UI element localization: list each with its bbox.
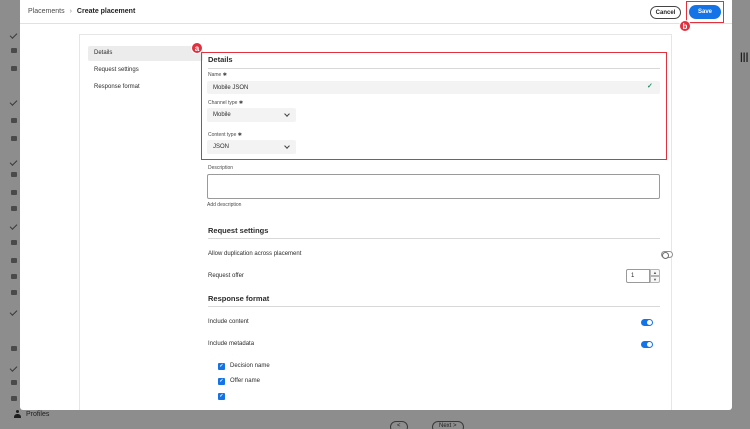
chevron-icon [9, 308, 18, 316]
nav-icon [11, 380, 17, 385]
section-divider [208, 306, 660, 307]
breadcrumb-placements-link[interactable]: Placements [28, 8, 65, 15]
chevron-icon [9, 31, 18, 39]
description-textarea[interactable] [207, 174, 660, 199]
side-nav-item-request-settings[interactable]: Request settings [88, 63, 203, 78]
chevron-icon [9, 158, 18, 166]
chevron-icon [9, 364, 18, 372]
request-offer-input[interactable]: 1 [626, 269, 650, 283]
profile-icon [14, 410, 21, 418]
checkmark-icon: ✓ [647, 83, 653, 90]
side-nav: Details Request settings Response format [88, 46, 203, 97]
nav-icon [11, 258, 17, 263]
content-type-select[interactable]: JSON [207, 140, 296, 154]
callout-a: a [191, 42, 203, 54]
nav-icon [11, 48, 17, 53]
include-content-toggle[interactable] [641, 319, 653, 326]
nav-icon [11, 396, 17, 401]
column-settings-icon[interactable]: ||| [740, 52, 748, 63]
nav-icon [11, 136, 17, 141]
chevron-icon [9, 98, 18, 106]
nav-icon [11, 118, 17, 123]
metadata-option-checkbox[interactable]: ✓ [218, 393, 225, 400]
decision-name-checkbox[interactable]: ✓ [218, 363, 225, 370]
allow-duplication-label: Allow duplication across placement [208, 251, 302, 257]
nav-icon [11, 172, 17, 177]
details-section-title: Details [208, 55, 233, 64]
name-input[interactable]: Mobile JSON [207, 81, 660, 94]
allow-duplication-toggle[interactable] [661, 251, 673, 259]
page-title: Create placement [76, 8, 136, 15]
chevron-right-icon: › [69, 8, 72, 15]
side-nav-item-details[interactable]: Details [88, 46, 203, 61]
content-type-value: JSON [213, 144, 230, 150]
sidebar-item-label: Profiles [26, 410, 50, 418]
nav-icon [11, 66, 17, 71]
content-type-label: Content type ✱ [208, 132, 242, 138]
sidebar-item-profiles[interactable]: Profiles [14, 410, 49, 418]
channel-type-label: Channel type ✱ [208, 100, 244, 106]
dialog-header: Placements › Create placement Cancel Sav… [20, 0, 732, 32]
nav-icon [11, 240, 17, 245]
chevron-down-icon [284, 111, 290, 117]
channel-type-value: Mobile [213, 112, 231, 118]
breadcrumb: Placements › Create placement [28, 8, 135, 15]
pager-next-button[interactable]: Next > [432, 421, 464, 429]
stepper-increment-button[interactable]: ▲ [650, 269, 660, 276]
chevron-down-icon [284, 143, 290, 149]
add-description-hint: Add description [207, 202, 242, 208]
stepper-decrement-button[interactable]: ▼ [650, 276, 660, 283]
save-button[interactable]: Save [689, 5, 721, 19]
include-metadata-toggle[interactable] [641, 341, 653, 348]
nav-icon [11, 274, 17, 279]
channel-type-select[interactable]: Mobile [207, 108, 296, 122]
nav-icon [11, 190, 17, 195]
section-divider [208, 238, 660, 239]
offer-name-label: Offer name [230, 378, 260, 384]
chevron-icon [9, 222, 18, 230]
section-divider [208, 68, 660, 69]
request-settings-section-title: Request settings [208, 226, 269, 235]
name-label: Name ✱ [208, 72, 227, 78]
include-content-label: Include content [208, 319, 249, 325]
callout-b: b [679, 20, 691, 32]
required-icon: ✱ [238, 100, 244, 106]
decision-name-label: Decision name [230, 363, 270, 369]
request-offer-label: Request offer [208, 273, 244, 279]
include-metadata-label: Include metadata [208, 341, 255, 347]
nav-icon [11, 290, 17, 295]
required-icon: ✱ [222, 72, 227, 78]
cancel-button[interactable]: Cancel [650, 6, 681, 19]
offer-name-checkbox[interactable]: ✓ [218, 378, 225, 385]
required-icon: ✱ [237, 132, 242, 138]
description-label: Description [208, 165, 234, 171]
nav-icon [11, 206, 17, 211]
response-format-section-title: Response format [208, 294, 270, 303]
create-placement-dialog: Placements › Create placement Cancel Sav… [20, 0, 732, 410]
nav-icon [11, 346, 17, 351]
pager-prev-button[interactable]: < [390, 421, 408, 429]
request-offer-stepper[interactable]: 1 ▲ ▼ [626, 269, 660, 283]
side-nav-item-response-format[interactable]: Response format [88, 80, 203, 95]
